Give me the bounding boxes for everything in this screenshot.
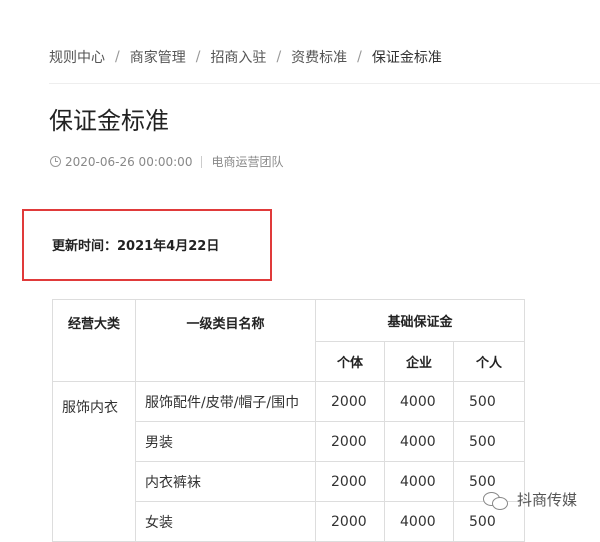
header-base-deposit: 基础保证金 [315, 299, 525, 342]
enterprise-deposit-cell: 4000 [384, 461, 454, 502]
update-time-text: 更新时间：2021年4月22日 [52, 239, 220, 254]
header-personal: 个人 [453, 341, 525, 382]
breadcrumb-fee-standards[interactable]: 资费标准 [291, 47, 347, 67]
watermark: 抖商传媒 [483, 489, 577, 510]
enterprise-deposit-cell: 4000 [384, 501, 454, 542]
business-category-cell: 服饰内衣 [52, 381, 136, 542]
header-individual-business: 个体 [315, 341, 385, 382]
category-cell: 男装 [135, 421, 316, 462]
personal-deposit-cell: 500 [453, 381, 525, 422]
breadcrumb-separator: / [357, 49, 362, 65]
page-title: 保证金标准 [49, 107, 169, 135]
header-divider [49, 83, 600, 84]
meta-divider [201, 155, 203, 168]
author-team: 电商运营团队 [211, 155, 284, 169]
category-cell: 服饰配件/皮带/帽子/围巾 [135, 381, 316, 422]
enterprise-deposit-cell: 4000 [384, 381, 454, 422]
header-enterprise: 企业 [384, 341, 454, 382]
wechat-icon [483, 490, 509, 510]
table-header-row: 经营大类 一级类目名称 基础保证金 [52, 299, 525, 382]
breadcrumb: 规则中心 / 商家管理 / 招商入驻 / 资费标准 / 保证金标准 [49, 47, 442, 67]
individual-deposit-cell: 2000 [315, 501, 385, 542]
publish-datetime: 2020-06-26 00:00:00 [65, 154, 193, 169]
breadcrumb-rules-center[interactable]: 规则中心 [49, 47, 105, 67]
individual-deposit-cell: 2000 [315, 421, 385, 462]
deposit-standards-table: 经营大类 一级类目名称 基础保证金 个体 企业 个人 服饰内衣 服饰配件/皮带/… [52, 299, 525, 542]
individual-deposit-cell: 2000 [315, 381, 385, 422]
breadcrumb-separator: / [115, 49, 120, 65]
header-primary-category: 一级类目名称 [135, 299, 316, 382]
enterprise-deposit-cell: 4000 [384, 421, 454, 462]
personal-deposit-cell: 500 [453, 421, 525, 462]
article-meta: 2020-06-26 00:00:00 电商运营团队 [50, 153, 283, 170]
table-row: 服饰内衣 服饰配件/皮带/帽子/围巾 2000 4000 500 [52, 381, 525, 542]
watermark-text: 抖商传媒 [517, 491, 578, 509]
breadcrumb-merchant-management[interactable]: 商家管理 [130, 47, 186, 67]
breadcrumb-current-deposit-standards: 保证金标准 [371, 50, 442, 66]
header-business-category: 经营大类 [52, 299, 136, 382]
breadcrumb-separator: / [195, 49, 201, 65]
individual-deposit-cell: 2000 [315, 461, 385, 502]
breadcrumb-separator: / [276, 49, 282, 65]
breadcrumb-merchant-onboarding[interactable]: 招商入驻 [210, 47, 266, 67]
category-cell: 女装 [135, 501, 316, 542]
category-cell: 内衣裤袜 [135, 461, 316, 502]
clock-icon [50, 156, 61, 167]
